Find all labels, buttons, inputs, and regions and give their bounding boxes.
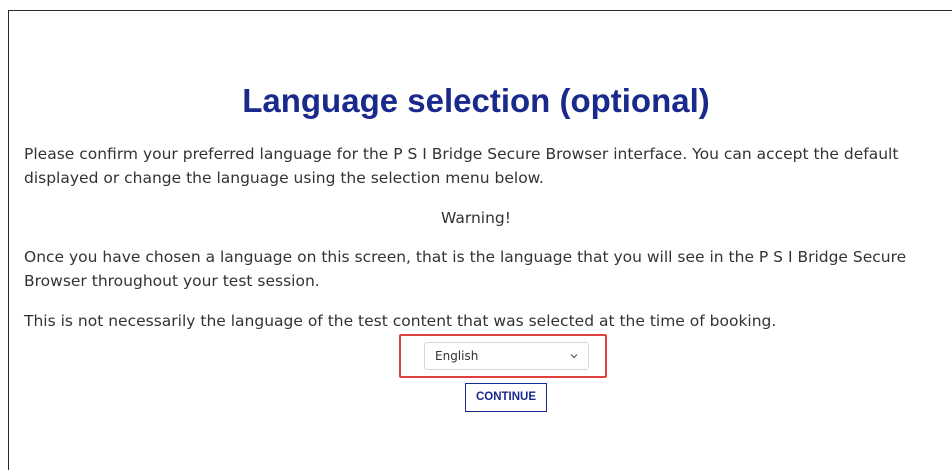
warning-text: Once you have chosen a language on this … — [24, 248, 907, 290]
language-select-value: English — [435, 349, 479, 363]
note-text: This is not necessarily the language of … — [24, 312, 777, 330]
warning-label: Warning! — [441, 209, 511, 227]
page-title: Language selection (optional) — [242, 82, 710, 119]
intro-text: Please confirm your preferred language f… — [24, 145, 899, 187]
language-select[interactable]: English — [424, 342, 589, 370]
chevron-down-icon — [570, 354, 578, 359]
continue-button[interactable]: CONTINUE — [465, 383, 547, 412]
